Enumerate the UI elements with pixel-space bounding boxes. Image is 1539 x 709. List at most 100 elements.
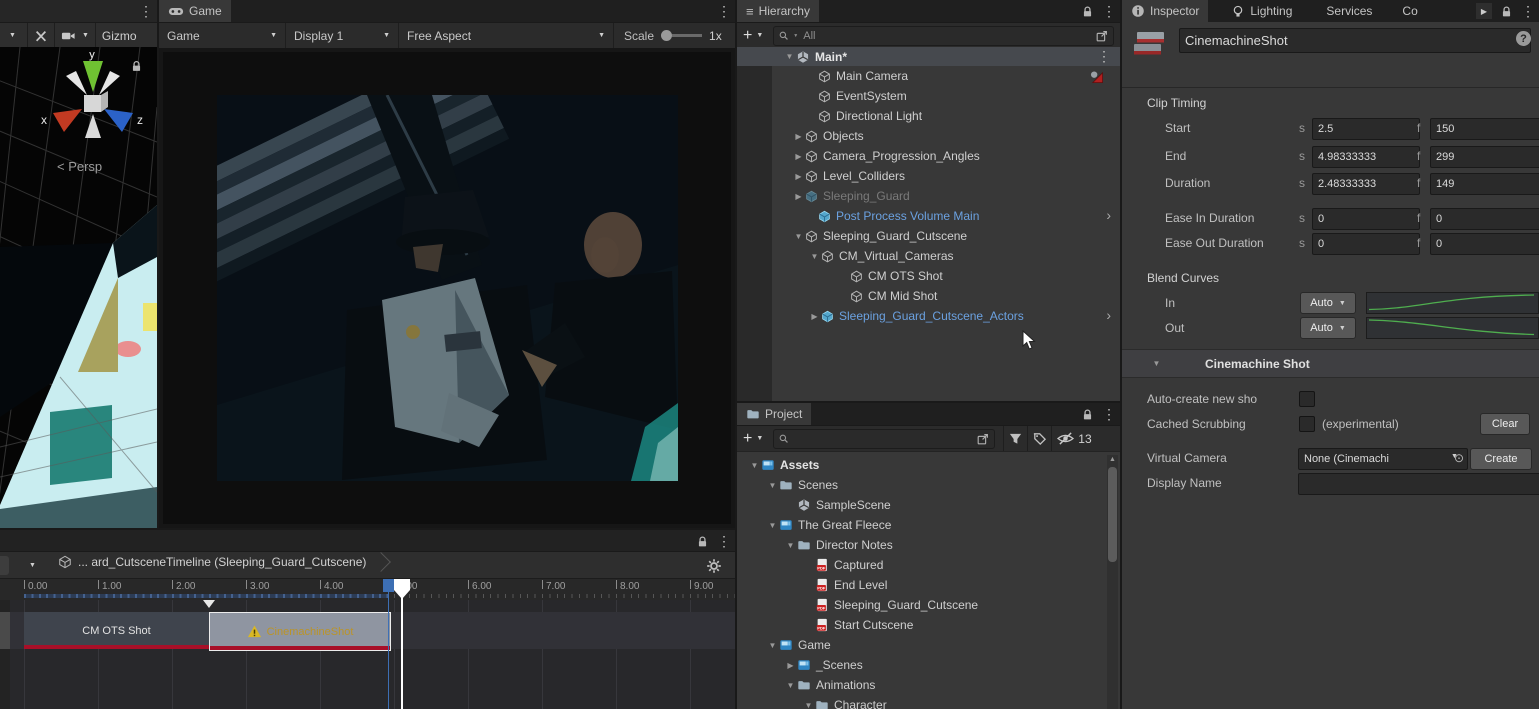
hierarchy-row[interactable]: ▼ Sleeping_Guard_Cutscene (737, 226, 1120, 246)
expand-arrow[interactable]: ▶ (792, 172, 805, 181)
project-row[interactable]: End Level (737, 575, 1120, 595)
start-seconds-field[interactable]: 2.5 (1312, 118, 1420, 140)
cinemachine-shot-foldout[interactable]: ▼ Cinemachine Shot (1122, 349, 1539, 378)
project-search[interactable] (773, 428, 996, 449)
camera-dropdown-button[interactable]: ▼ (82, 32, 89, 39)
clear-button[interactable]: Clear (1480, 413, 1530, 435)
project-row[interactable]: ▼ Game (737, 635, 1120, 655)
hierarchy-row[interactable]: ▶ Level_Colliders (737, 166, 1120, 186)
create-button[interactable]: + (743, 27, 752, 44)
tab-collab-truncated[interactable]: Co (1393, 0, 1417, 22)
hierarchy-row[interactable]: Main Camera (737, 66, 1120, 86)
hierarchy-row[interactable]: ▼ CM_Virtual_Cameras (737, 246, 1120, 266)
project-search-input[interactable] (793, 431, 974, 446)
duration-seconds-field[interactable]: 2.48333333 (1312, 173, 1420, 195)
lock-icon[interactable] (1081, 5, 1094, 18)
virtual-camera-object-field[interactable]: None (Cinemachi ⊙ (1298, 448, 1468, 470)
auto-create-checkbox[interactable] (1299, 391, 1315, 407)
tool-dropdown-button[interactable]: ▼ (4, 32, 21, 39)
prefab-open-chevron[interactable]: › (1106, 207, 1111, 223)
ease-in-frames-field[interactable]: 0 (1430, 208, 1539, 230)
open-search-window-icon[interactable] (1095, 29, 1109, 43)
scene-viewport[interactable]: y x z < Persp (0, 47, 157, 528)
scene-header-row[interactable]: ▼ Main* ⋮ (737, 47, 1120, 66)
cached-scrubbing-checkbox[interactable] (1299, 416, 1315, 432)
gizmos-dropdown[interactable]: Gizmo (102, 29, 137, 43)
camera-icon[interactable] (61, 28, 76, 43)
expand-arrow[interactable]: ▶ (792, 192, 805, 201)
collapse-arrow[interactable]: ▼ (808, 252, 821, 261)
hierarchy-row[interactable]: EventSystem (737, 86, 1120, 106)
prefab-open-chevron[interactable]: › (1106, 307, 1111, 323)
game-viewport[interactable] (159, 48, 735, 528)
hierarchy-row[interactable]: ▶ Sleeping_Guard (737, 186, 1120, 206)
timeline-ruler[interactable]: 0.00 1.00 2.00 3.00 4.00 5.00 6.00 7.00 … (0, 578, 735, 601)
hierarchy-row[interactable]: Post Process Volume Main › (737, 206, 1120, 226)
virtual-camera-dropdown-caret[interactable]: ▼ (1451, 453, 1458, 460)
project-scrollbar[interactable]: ▲ (1107, 455, 1118, 709)
aspect-ratio-dropdown[interactable]: Free Aspect ▼ (399, 29, 613, 43)
clip-name-field[interactable] (1179, 28, 1531, 53)
duration-frames-field[interactable]: 149 (1430, 173, 1539, 195)
breadcrumb[interactable]: ... ard_CutsceneTimeline (Sleeping_Guard… (58, 552, 392, 572)
scene-kebab-icon[interactable]: ⋮ (1097, 49, 1111, 63)
collapse-arrow[interactable]: ▼ (766, 641, 779, 650)
collapse-arrow[interactable]: ▼ (792, 232, 805, 241)
camera-gizmo-icon[interactable] (1089, 69, 1104, 84)
perspective-label[interactable]: < Persp (57, 159, 102, 174)
tab-lighting[interactable]: Lighting (1222, 0, 1301, 22)
collapse-arrow[interactable]: ▼ (802, 701, 815, 709)
help-icon[interactable]: ? (1516, 31, 1531, 46)
start-frames-field[interactable]: 150 (1430, 118, 1539, 140)
project-row[interactable]: Sleeping_Guard_Cutscene (737, 595, 1120, 615)
hidden-packages-toggle[interactable]: 13 (1056, 431, 1092, 446)
display-name-field[interactable] (1298, 473, 1539, 495)
hierarchy-row[interactable]: CM Mid Shot (737, 286, 1120, 306)
project-row[interactable]: SampleScene (737, 495, 1120, 515)
tab-overflow-button[interactable]: ▶ (1476, 3, 1492, 19)
hierarchy-search[interactable]: ▼ (773, 25, 1114, 46)
tab-game[interactable]: Game (159, 0, 231, 22)
collapse-arrow[interactable]: ▼ (1150, 359, 1163, 368)
clip-cm-ots-shot[interactable]: CM OTS Shot (24, 612, 209, 649)
tab-hierarchy[interactable]: ≡ Hierarchy (737, 0, 819, 22)
blend-out-mode-dropdown[interactable]: Auto ▼ (1300, 317, 1356, 339)
tab-project[interactable]: Project (737, 403, 812, 425)
search-by-type-icon[interactable] (1008, 431, 1023, 446)
ease-out-seconds-field[interactable]: 0 (1312, 233, 1420, 255)
collapse-arrow[interactable]: ▼ (784, 541, 797, 550)
hierarchy-search-input[interactable] (801, 28, 1092, 43)
scene-lock-icon[interactable] (130, 59, 143, 73)
ease-in-seconds-field[interactable]: 0 (1312, 208, 1420, 230)
scale-slider[interactable] (661, 30, 703, 41)
game-mode-dropdown[interactable]: Game ▼ (159, 29, 285, 43)
expand-arrow[interactable]: ▶ (792, 132, 805, 141)
gear-icon[interactable] (706, 558, 722, 574)
lock-icon[interactable] (1500, 5, 1513, 18)
game-menu-kebab-icon[interactable]: ⋮ (717, 4, 731, 18)
hierarchy-row[interactable]: Directional Light (737, 106, 1120, 126)
expand-arrow[interactable]: ▶ (784, 661, 797, 670)
create-dropdown-caret[interactable]: ▼ (756, 32, 763, 39)
project-row[interactable]: ▼ Animations (737, 675, 1120, 695)
hierarchy-menu-kebab-icon[interactable]: ⋮ (1102, 4, 1116, 18)
project-row[interactable]: ▼ Scenes (737, 475, 1120, 495)
lock-icon[interactable] (1081, 408, 1094, 421)
hierarchy-row[interactable]: ▶ Sleeping_Guard_Cutscene_Actors › (737, 306, 1120, 326)
tab-inspector[interactable]: Inspector (1122, 0, 1209, 22)
project-row[interactable]: Captured (737, 555, 1120, 575)
display-dropdown[interactable]: Display 1 ▼ (286, 29, 398, 43)
tools-icon[interactable] (34, 29, 48, 43)
timeline-tracks[interactable]: CM OTS Shot CinemachineShot (0, 600, 735, 709)
end-frames-field[interactable]: 299 (1430, 146, 1539, 168)
tab-services[interactable]: Services (1317, 0, 1381, 22)
project-row[interactable]: ▼ Director Notes (737, 535, 1120, 555)
open-search-window-icon[interactable] (976, 432, 990, 446)
inspector-menu-kebab-icon[interactable]: ⋮ (1521, 4, 1535, 18)
create-vcam-button[interactable]: Create (1470, 448, 1532, 470)
collapse-arrow[interactable]: ▼ (783, 52, 796, 61)
scrollbar-thumb[interactable] (1108, 467, 1117, 562)
project-row[interactable]: Start Cutscene (737, 615, 1120, 635)
collapse-arrow[interactable]: ▼ (766, 521, 779, 530)
hierarchy-row[interactable]: ▶ Objects (737, 126, 1120, 146)
